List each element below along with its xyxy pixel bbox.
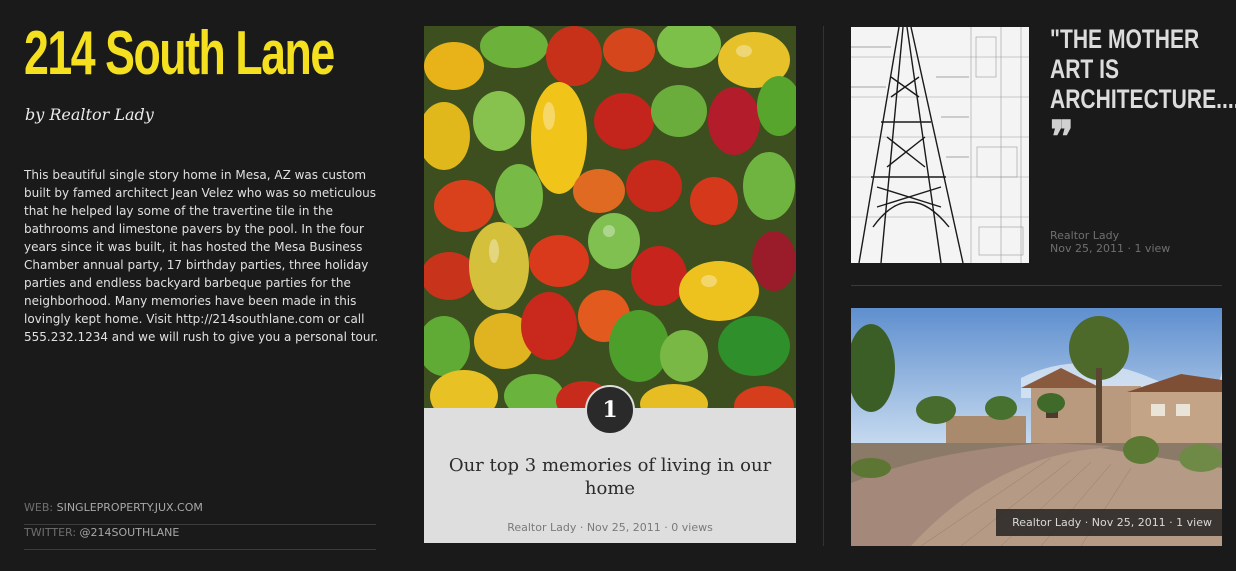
- eiffel-tower-drawing[interactable]: [851, 27, 1029, 263]
- property-description: This beautiful single story home in Mesa…: [24, 168, 379, 344]
- house-post[interactable]: Realtor Lady · Nov 25, 2011 · 1 view: [851, 308, 1222, 546]
- post-title[interactable]: Our top 3 memories of living in our home: [444, 454, 776, 500]
- post-number-badge: 1: [585, 385, 635, 435]
- quote-author[interactable]: Realtor Lady: [1050, 229, 1119, 242]
- right-divider: [851, 285, 1222, 286]
- meta-web-row: WEB: SINGLEPROPERTY.JUX.COM: [24, 500, 376, 525]
- site-byline: by Realtor Lady: [25, 105, 154, 124]
- house-post-meta: Realtor Lady · Nov 25, 2011 · 1 view: [996, 509, 1222, 536]
- peppers-photo[interactable]: [424, 26, 796, 408]
- twitter-link[interactable]: @214SOUTHLANE: [80, 526, 180, 539]
- post-meta: Realtor Lady · Nov 25, 2011 · 0 views: [507, 521, 713, 534]
- web-link[interactable]: SINGLEPROPERTY.JUX.COM: [57, 501, 203, 514]
- quote-date-views: Nov 25, 2011 · 1 view: [1050, 242, 1171, 255]
- column-divider: [823, 26, 824, 546]
- web-label: WEB:: [24, 501, 54, 514]
- quote-text[interactable]: "THE MOTHER ART IS ARCHITECTURE....: [1050, 24, 1236, 114]
- twitter-label: TWITTER:: [24, 526, 77, 539]
- quote-close-icon: ❞: [1050, 112, 1074, 163]
- site-title[interactable]: 214 South Lane: [24, 19, 335, 88]
- post-card-memories[interactable]: 1 Our top 3 memories of living in our ho…: [424, 26, 796, 543]
- meta-twitter-row: TWITTER: @214SOUTHLANE: [24, 525, 376, 550]
